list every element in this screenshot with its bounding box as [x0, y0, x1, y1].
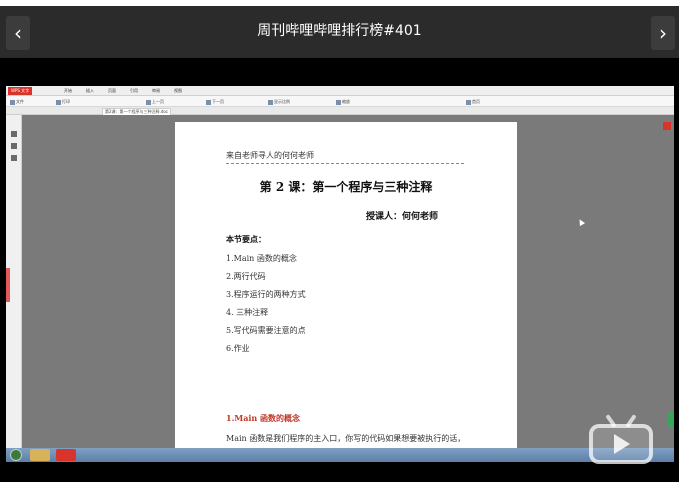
document-page: 来自老师寻人的何何老师 第 2 课：第一个程序与三种注释 授课人：何何老师 本节…	[175, 122, 517, 462]
start-button[interactable]	[10, 449, 22, 461]
right-side-panel	[660, 115, 674, 448]
toolbar-label: 打印	[62, 99, 70, 104]
wps-menu-bar: WPS 文字 开始 插入 页面 引用 审阅 视图	[6, 86, 674, 96]
app-frame: ‹ 周刊哔哩哔哩排行榜#401 › WPS 文字 开始 插入 页面 引用 审阅 …	[0, 0, 679, 490]
list-item: 5.写代码需要注意的点	[226, 326, 306, 335]
toolbar-item[interactable]: 下一页	[206, 98, 224, 105]
chevron-right-icon: ›	[659, 21, 667, 45]
floating-widget[interactable]	[668, 412, 674, 428]
video-frame-screen: WPS 文字 开始 插入 页面 引用 审阅 视图 文件 打印 上一页 下一页 显…	[6, 86, 674, 462]
document-tab-bar: 第2课：第一个程序与三种注释.doc	[6, 107, 674, 115]
wps-taskbar-button[interactable]	[56, 449, 76, 461]
menu-item[interactable]: 审阅	[152, 87, 160, 95]
play-tv-icon[interactable]	[589, 414, 653, 466]
toolbar-label: 显示比例	[274, 99, 290, 104]
windows-taskbar	[6, 448, 674, 462]
file-icon	[10, 99, 15, 105]
document-tab[interactable]: 第2课：第一个程序与三种注释.doc	[102, 108, 172, 115]
folder-taskbar-button[interactable]	[30, 449, 50, 461]
menu-item[interactable]: 页面	[108, 87, 116, 95]
page-title: 周刊哔哩哔哩排行榜#401	[257, 23, 422, 39]
wps-toolbar: 文件 打印 上一页 下一页 显示比例 缩放 首页	[6, 96, 674, 107]
toolbar-label: 上一页	[152, 99, 164, 104]
menu-item[interactable]: 引用	[130, 87, 138, 95]
toolbar-item[interactable]: 文件	[10, 98, 24, 105]
toolbar-label: 首页	[472, 99, 480, 104]
zoom-icon	[268, 99, 273, 105]
magnify-icon	[336, 99, 341, 105]
toolbar-item[interactable]: 首页	[466, 98, 480, 105]
menu-item[interactable]: 视图	[174, 87, 182, 95]
toolbar-label: 文件	[16, 99, 24, 104]
thumbnail-icon[interactable]	[11, 155, 17, 161]
print-icon	[56, 99, 61, 105]
list-item: 4. 三种注释	[226, 308, 269, 317]
toolbar-item[interactable]: 打印	[56, 98, 70, 105]
doc-paragraph: Main 函数是我们程序的主入口，你写的代码如果想要被执行的话，	[226, 434, 466, 443]
doc-heading: 1.Main 函数的概念	[226, 413, 301, 423]
next-page-icon	[206, 99, 211, 105]
doc-header-line: 来自老师寻人的何何老师	[226, 150, 464, 164]
doc-section-title: 本节要点：	[226, 234, 266, 244]
doc-title: 第 2 课：第一个程序与三种注释	[259, 180, 433, 194]
list-item: 6.作业	[226, 344, 250, 353]
toolbar-item[interactable]: 显示比例	[268, 98, 290, 105]
list-item: 1.Main 函数的概念	[226, 254, 297, 263]
toolbar-item[interactable]: 缩放	[336, 98, 350, 105]
wps-logo: WPS 文字	[8, 87, 33, 95]
play-triangle-icon	[614, 434, 630, 454]
toolbar-label: 缩放	[342, 99, 350, 104]
title-bar: ‹ 周刊哔哩哔哩排行榜#401 ›	[0, 6, 679, 58]
side-marker	[6, 268, 10, 302]
toolbar-label: 下一页	[212, 99, 224, 104]
next-button[interactable]: ›	[651, 16, 675, 50]
prev-page-icon	[146, 99, 151, 105]
outline-icon[interactable]	[11, 131, 17, 137]
left-side-panel	[6, 115, 22, 448]
bookmark-icon[interactable]	[11, 143, 17, 149]
menu-item[interactable]: 开始	[64, 87, 72, 95]
menu-item[interactable]: 插入	[86, 87, 94, 95]
close-panel-icon[interactable]	[663, 122, 671, 130]
list-item: 3.程序运行的两种方式	[226, 290, 306, 299]
toolbar-item[interactable]: 上一页	[146, 98, 164, 105]
home-icon	[466, 99, 471, 105]
doc-author: 授课人：何何老师	[366, 212, 439, 222]
list-item: 2.两行代码	[226, 272, 266, 281]
